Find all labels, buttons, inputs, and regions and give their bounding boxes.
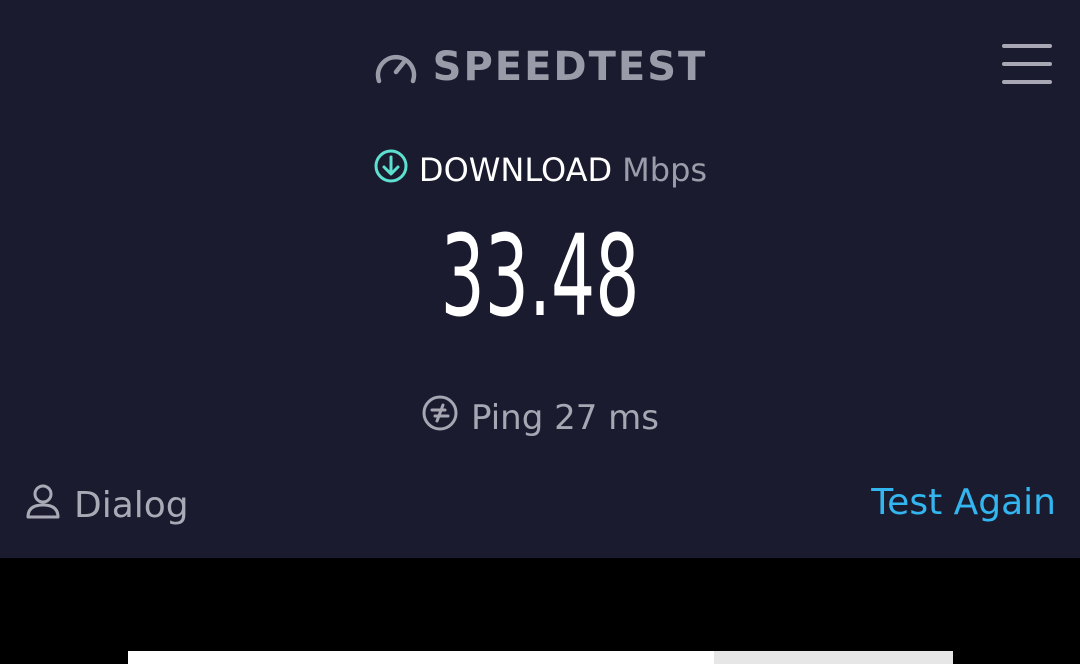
test-again-button[interactable]: Test Again — [871, 482, 1056, 523]
ad-banner[interactable] — [128, 651, 953, 664]
download-unit: Mbps — [622, 151, 708, 189]
ping-text: Ping 27 ms — [470, 397, 660, 438]
speedtest-logo: SPEEDTEST — [0, 44, 1080, 90]
provider[interactable]: Dialog — [24, 482, 189, 529]
user-icon — [24, 482, 62, 529]
download-label: DOWNLOAD — [418, 151, 613, 189]
download-header: DOWNLOAD Mbps — [0, 148, 1080, 192]
ping-icon — [421, 394, 459, 441]
logo-text: SPEEDTEST — [432, 44, 708, 90]
speedometer-icon — [373, 45, 419, 90]
speedtest-app: SPEEDTEST DOWNLOAD Mbps 33.48 Ping 27 ms — [0, 0, 1080, 558]
ad-thumbnail — [714, 651, 953, 664]
hamburger-menu-icon[interactable] — [1002, 44, 1052, 84]
ping-row: Ping 27 ms — [0, 394, 1080, 441]
download-arrow-icon — [373, 148, 409, 192]
provider-name: Dialog — [74, 485, 189, 526]
download-speed-value: 33.48 — [440, 212, 640, 342]
